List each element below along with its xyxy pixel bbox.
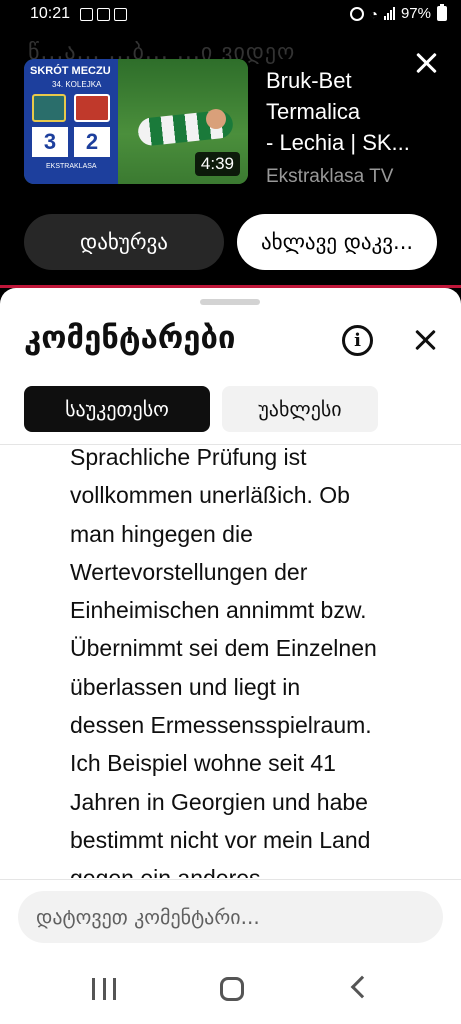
sort-chip-top[interactable]: საუკეთესო — [24, 386, 210, 432]
video-thumbnail[interactable]: SKRÓT MECZU 34. KOLEJKA 3 2 EKSTRAKLASA … — [24, 59, 248, 184]
thumbnail-scoreboard: SKRÓT MECZU 34. KOLEJKA 3 2 EKSTRAKLASA — [24, 59, 118, 184]
video-channel[interactable]: Ekstraklasa TV — [266, 166, 393, 188]
close-icon[interactable] — [411, 48, 441, 78]
status-time: 10:21 — [30, 5, 71, 22]
video-duration: 4:39 — [194, 152, 240, 176]
home-crest-icon — [32, 94, 66, 122]
battery-icon — [437, 4, 447, 21]
comment-line: Wertevorstellungen der — [70, 558, 308, 585]
comment-line: dessen Ermessensspielraum. — [70, 712, 372, 739]
comment-line: vollkommen unerläßich. Ob — [70, 482, 350, 509]
thumbnail-header: SKRÓT MECZU — [30, 65, 111, 77]
away-score: 2 — [74, 127, 110, 157]
signal-icon — [383, 7, 395, 20]
back-icon[interactable] — [350, 975, 374, 999]
close-comments-icon[interactable] — [412, 326, 440, 354]
battery-percent: 97% — [400, 5, 431, 22]
video-title-line: - Lechia | SK... — [266, 130, 410, 155]
dismiss-button[interactable]: დახურვა — [24, 214, 224, 270]
info-icon[interactable]: i — [342, 325, 373, 356]
mini-player: წ...ა... ...ბ... ...ი ვიდეო SKRÓT MECZU … — [0, 30, 461, 288]
navigation-bar — [0, 960, 461, 1024]
league-logo: EKSTRAKLASA — [46, 163, 97, 170]
comment-line: Ich Beispiel wohne seit 41 — [70, 750, 336, 777]
video-title[interactable]: Bruk-Bet Termalica - Lechia | SK... — [266, 65, 436, 158]
comment-line: Jahren in Georgien und habe — [70, 788, 368, 815]
gmail-notification-icon — [97, 8, 110, 21]
comment-line: Einheimischen annimmt bzw. — [70, 597, 367, 624]
notification-icons — [80, 8, 127, 21]
watch-now-button[interactable]: ახლავე დაკვ... — [237, 214, 437, 270]
sort-chip-newest[interactable]: უახლესი — [222, 386, 378, 432]
comments-sheet: კომენტარები i საუკეთესო უახლესი Sprachli… — [0, 288, 461, 1024]
away-crest-icon — [74, 94, 110, 122]
video-title-line: Termalica — [266, 99, 361, 124]
home-icon[interactable] — [220, 977, 244, 1001]
check-notification-icon — [114, 8, 127, 21]
recent-apps-icon[interactable] — [92, 978, 116, 1000]
comment-input[interactable]: დატოვეთ კომენტარი... — [18, 891, 443, 943]
comment-text: Sprachliche Prüfung ist vollkommen unerl… — [70, 438, 430, 878]
comment-line: bestimmt nicht vor mein Land — [70, 826, 371, 853]
input-divider — [0, 879, 461, 880]
comment-line: Übernimmt sei dem Einzelnen — [70, 635, 377, 662]
status-bar: 10:21 ◔ 97% — [0, 0, 461, 30]
comment-line: überlassen und liegt in — [70, 673, 301, 700]
comment-line: man hingegen die — [70, 520, 253, 547]
thumbnail-round: 34. KOLEJKA — [52, 80, 102, 89]
home-score: 3 — [32, 127, 68, 157]
comments-title: კომენტარები — [24, 320, 236, 356]
wifi-icon: ◔ — [369, 5, 378, 22]
drag-handle[interactable] — [200, 299, 260, 305]
status-right: ◔ 97% — [349, 4, 447, 22]
alarm-icon — [349, 6, 364, 21]
footballer-head — [206, 109, 226, 129]
gallery-notification-icon — [80, 8, 93, 21]
comment-line: Sprachliche Prüfung ist — [70, 444, 307, 470]
comment-line: gegen ein anderes — [70, 859, 430, 878]
